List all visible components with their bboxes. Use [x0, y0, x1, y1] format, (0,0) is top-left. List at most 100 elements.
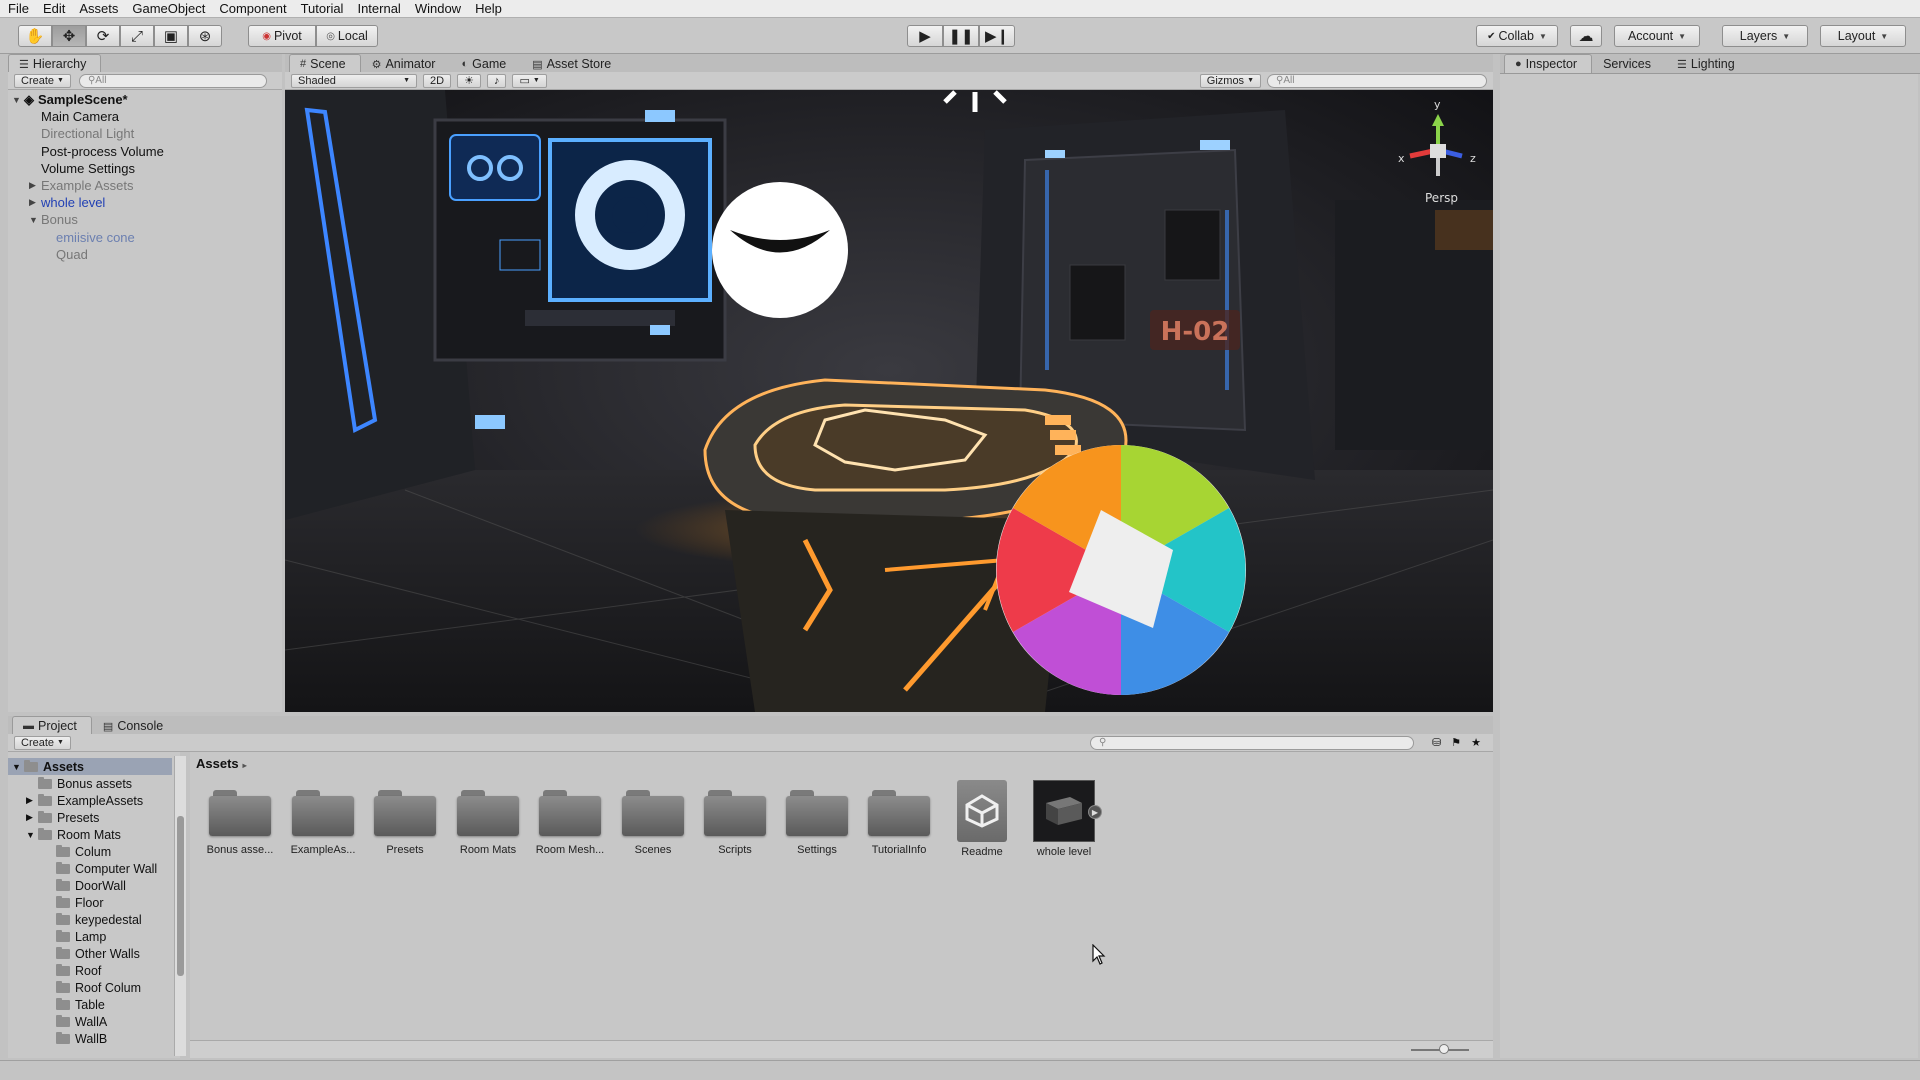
- move-tool-button[interactable]: ✥: [52, 25, 86, 47]
- project-create-button[interactable]: Create ▼: [14, 735, 71, 750]
- tab-inspector[interactable]: ● Inspector: [1504, 54, 1593, 73]
- asset-folder-scripts[interactable]: Scripts: [698, 788, 772, 856]
- pause-button[interactable]: ❚❚: [943, 25, 979, 47]
- hierarchy-search-input[interactable]: ⚲ All: [78, 73, 267, 88]
- tree-scrollbar[interactable]: [174, 756, 186, 1056]
- asset-prefab-whole-level[interactable]: ▶ whole level: [1027, 780, 1102, 858]
- asset-readme[interactable]: Readme: [945, 780, 1019, 858]
- menu-edit[interactable]: Edit: [43, 1, 65, 16]
- account-dropdown[interactable]: Account ▼: [1614, 25, 1700, 47]
- local-button[interactable]: ◎ Local: [316, 25, 378, 47]
- play-button[interactable]: ▶: [907, 25, 943, 47]
- scale-tool-button[interactable]: ⤢: [120, 25, 154, 47]
- collab-button[interactable]: ✔ Collab ▼: [1476, 25, 1558, 47]
- menu-tutorial[interactable]: Tutorial: [301, 1, 344, 16]
- menu-internal[interactable]: Internal: [357, 1, 400, 16]
- tab-project[interactable]: ▬ Project: [12, 716, 92, 735]
- tab-game[interactable]: ◐ Game: [450, 54, 521, 73]
- cloud-button[interactable]: ☁: [1570, 25, 1602, 47]
- effects-toggle[interactable]: ▭ ▼: [512, 73, 547, 88]
- tree-item-roof-colum[interactable]: Roof Colum: [56, 979, 141, 996]
- tab-services[interactable]: Services: [1592, 54, 1666, 73]
- asset-folder-presets[interactable]: Presets: [368, 788, 442, 856]
- icon-size-slider-thumb[interactable]: [1439, 1044, 1449, 1054]
- asset-folder-bonus-assets[interactable]: Bonus asse...: [203, 788, 277, 856]
- tab-asset-store[interactable]: ▤ Asset Store: [521, 54, 626, 73]
- asset-folder-room-mats[interactable]: Room Mats: [451, 788, 525, 856]
- tab-animator[interactable]: ⚙ Animator: [361, 54, 451, 73]
- filter-by-label-icon[interactable]: ⚑: [1451, 736, 1461, 749]
- rect-tool-button[interactable]: ▣: [154, 25, 188, 47]
- tree-root-assets[interactable]: ▼ Assets: [8, 758, 172, 775]
- pivot-button[interactable]: ◉ Pivot: [248, 25, 316, 47]
- expand-prefab-icon[interactable]: ▶: [1088, 805, 1102, 819]
- scene-root-row[interactable]: ▼ ◈ SampleScene*: [12, 91, 128, 108]
- tab-scene[interactable]: # Scene: [289, 54, 361, 73]
- tree-item-exampleassets[interactable]: ▶ ExampleAssets: [26, 792, 143, 809]
- cloud-icon: ☁: [1578, 27, 1594, 45]
- hand-icon: ✋: [25, 27, 45, 45]
- filter-by-type-icon[interactable]: ⛁: [1432, 736, 1441, 749]
- layout-dropdown[interactable]: Layout ▼: [1820, 25, 1906, 47]
- hierarchy-item-quad[interactable]: Quad: [56, 246, 88, 263]
- favorite-star-icon[interactable]: ★: [1471, 736, 1481, 749]
- menu-assets[interactable]: Assets: [79, 1, 118, 16]
- tree-item-room-mats[interactable]: ▼ Room Mats: [26, 826, 121, 843]
- hierarchy-item-bonus[interactable]: ▼ Bonus: [29, 211, 78, 228]
- hierarchy-item-post-process-volume[interactable]: Post-process Volume: [41, 143, 164, 160]
- lighting-toggle[interactable]: ☀: [457, 73, 481, 88]
- menu-window[interactable]: Window: [415, 1, 461, 16]
- tree-item-table[interactable]: Table: [56, 996, 105, 1013]
- project-search-input[interactable]: ⚲: [1090, 735, 1415, 750]
- hand-tool-button[interactable]: ✋: [18, 25, 52, 47]
- hierarchy-item-example-assets[interactable]: ▶ Example Assets: [29, 177, 134, 194]
- hierarchy-item-volume-settings[interactable]: Volume Settings: [41, 160, 135, 177]
- mode-2d-toggle[interactable]: 2D: [423, 73, 452, 88]
- tree-item-computer-wall[interactable]: Computer Wall: [56, 860, 157, 877]
- tab-lighting[interactable]: ☰ Lighting: [1666, 54, 1750, 73]
- asset-folder-exampleassets[interactable]: ExampleAs...: [286, 788, 360, 856]
- tree-item-colum[interactable]: Colum: [56, 843, 111, 860]
- asset-folder-tutorialinfo[interactable]: TutorialInfo: [862, 788, 936, 856]
- hierarchy-item-emissive-cone[interactable]: emiisive cone: [56, 229, 135, 246]
- tree-item-presets[interactable]: ▶ Presets: [26, 809, 99, 826]
- asset-folder-scenes[interactable]: Scenes: [616, 788, 690, 856]
- asset-folder-settings[interactable]: Settings: [780, 788, 854, 856]
- tree-item-walla[interactable]: WallA: [56, 1013, 107, 1030]
- tree-item-floor[interactable]: Floor: [56, 894, 103, 911]
- breadcrumb-assets[interactable]: Assets: [196, 756, 239, 771]
- tree-item-wallb[interactable]: WallB: [56, 1030, 107, 1047]
- shading-mode-dropdown[interactable]: Shaded ▼: [291, 73, 417, 88]
- tab-hierarchy[interactable]: ☰ Hierarchy: [8, 54, 102, 73]
- audio-toggle[interactable]: ♪: [486, 73, 507, 88]
- scene-search-input[interactable]: ⚲ All: [1267, 73, 1487, 88]
- hierarchy-item-whole-level[interactable]: ▶ whole level: [29, 194, 105, 211]
- step-button[interactable]: ▶❙: [979, 25, 1015, 47]
- rotate-tool-button[interactable]: ⟳: [86, 25, 120, 47]
- hierarchy-item-main-camera[interactable]: Main Camera: [41, 108, 119, 125]
- tree-item-doorwall[interactable]: DoorWall: [56, 877, 126, 894]
- folder-icon: [38, 776, 52, 789]
- asset-folder-room-meshes[interactable]: Room Mesh...: [533, 788, 607, 856]
- menu-gameobject[interactable]: GameObject: [132, 1, 205, 16]
- color-wheel-logo: [996, 445, 1246, 695]
- menu-component[interactable]: Component: [219, 1, 286, 16]
- transform-tool-button[interactable]: ⊛: [188, 25, 222, 47]
- gizmos-dropdown[interactable]: Gizmos ▼: [1199, 73, 1261, 88]
- tree-item-keypedestal[interactable]: keypedestal: [56, 911, 142, 928]
- menu-help[interactable]: Help: [475, 1, 502, 16]
- local-label: Local: [337, 29, 368, 43]
- tab-console[interactable]: ▤ Console: [92, 716, 178, 735]
- tree-scrollbar-thumb[interactable]: [177, 816, 184, 976]
- tree-item-other-walls[interactable]: Other Walls: [56, 945, 140, 962]
- hierarchy-item-directional-light[interactable]: Directional Light: [41, 125, 134, 142]
- hierarchy-create-button[interactable]: Create ▼: [14, 73, 71, 88]
- tree-item-roof[interactable]: Roof: [56, 962, 101, 979]
- tree-item-bonus-assets[interactable]: Bonus assets: [26, 775, 132, 792]
- tab-game-label: Game: [472, 57, 507, 71]
- layers-dropdown[interactable]: Layers ▼: [1722, 25, 1808, 47]
- persp-label[interactable]: Persp: [1425, 191, 1458, 205]
- scene-viewport[interactable]: H-02 y x z Persp: [285, 90, 1493, 712]
- tree-item-lamp[interactable]: Lamp: [56, 928, 106, 945]
- menu-file[interactable]: File: [8, 1, 29, 16]
